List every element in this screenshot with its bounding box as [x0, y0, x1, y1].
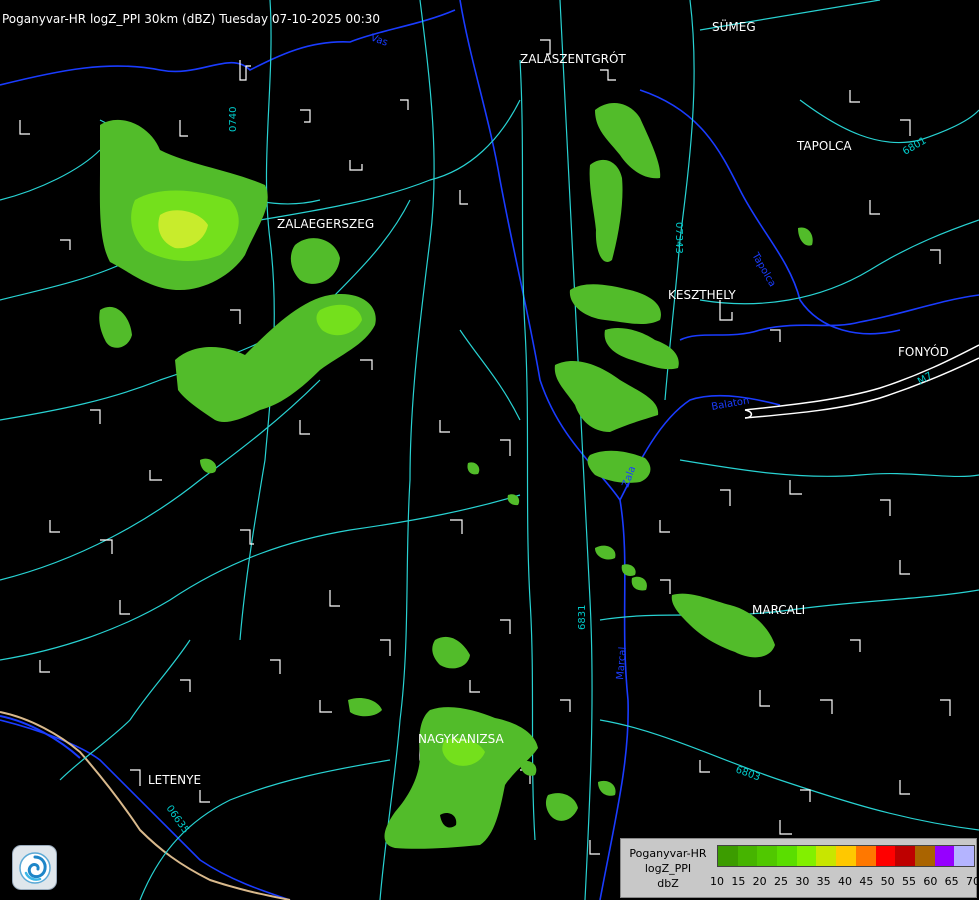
legend-product-name: logZ_PPI: [644, 861, 692, 875]
river-balaton: Balaton: [711, 395, 751, 412]
met-service-logo[interactable]: [12, 845, 57, 890]
legend-tick-label: 10: [710, 875, 724, 888]
place-fonyod: FONYÓD: [898, 344, 949, 359]
legend-radar-name: Poganyvar-HR: [629, 846, 707, 860]
legend-color-swatch: [895, 846, 915, 866]
river-labels: Zala Vas Marcal Tapolca Balaton: [369, 32, 778, 680]
legend-color-swatch: [718, 846, 738, 866]
legend-tick-label: 40: [838, 875, 852, 888]
swirl-logo-icon: [18, 851, 51, 884]
radar-map[interactable]: SÜMEG ZALASZENTGRÓT TAPOLCA ZALAEGERSZEG…: [0, 0, 979, 900]
place-nagykanizsa: NAGYKANIZSA: [418, 732, 504, 746]
legend-tick-label: 55: [902, 875, 916, 888]
river-tapolca: Tapolca: [749, 250, 778, 289]
legend-tick-label: 50: [880, 875, 895, 888]
road-6803: 6803: [734, 764, 762, 783]
legend-tick-label: 70: [966, 875, 979, 888]
legend-title: Poganyvar-HR logZ_PPI dbZ: [621, 839, 715, 897]
river-vas: Vas: [369, 32, 389, 48]
road-07343: 07343: [673, 222, 684, 254]
legend-tick-label: 20: [752, 875, 767, 888]
legend-color-swatch: [737, 846, 758, 866]
road-0740: 0740: [228, 107, 239, 132]
place-keszthely: KESZTHELY: [668, 288, 736, 302]
dbz-legend: Poganyvar-HR logZ_PPI dbZ 10 15 20 25 30 35 40…: [620, 838, 979, 898]
road-06635: 06635: [164, 803, 191, 835]
legend-tick-label: 45: [859, 875, 874, 888]
legend-tick-label: 25: [774, 875, 788, 888]
legend-tick-label: 35: [816, 875, 831, 888]
legend-tick-label: 65: [944, 875, 959, 888]
place-zalaegerszeg: ZALAEGERSZEG: [277, 217, 374, 231]
place-sumeg: SÜMEG: [712, 18, 756, 34]
legend-tick-label: 30: [795, 875, 810, 888]
legend-color-swatch: [757, 846, 778, 866]
map-title: Poganyvar-HR logZ_PPI 30km (dBZ) Tuesday…: [2, 12, 381, 26]
legend-color-swatch: [954, 846, 974, 866]
legend-color-swatch: [777, 846, 797, 866]
legend-color-swatch: [914, 846, 935, 866]
place-marcali: MARCALI: [752, 603, 805, 617]
road-6831: 6831: [577, 605, 588, 630]
radar-map-view[interactable]: { "header": { "title": "Poganyvar-HR log…: [0, 0, 979, 900]
place-letenye: LETENYE: [148, 773, 201, 787]
legend-tick-labels: 10 15 20 25 30 35 40 45 50 55 60 65 70: [709, 875, 979, 889]
legend-color-scale: [717, 845, 975, 867]
legend-color-swatch: [875, 846, 896, 866]
legend-unit: dbZ: [657, 876, 679, 890]
legend-color-swatch: [855, 846, 876, 866]
legend-color-swatch: [796, 846, 817, 866]
legend-color-swatch: [816, 846, 837, 866]
legend-tick-label: 15: [731, 875, 746, 888]
road-labels: 0740 07343 6801 6831 6803 06635 M7: [164, 107, 935, 836]
road-6801: 6801: [901, 135, 929, 157]
place-zalaszentgrot: ZALASZENTGRÓT: [520, 51, 626, 66]
place-tapolca: TAPOLCA: [796, 139, 852, 153]
legend-color-swatch: [836, 846, 856, 866]
legend-color-swatch: [934, 846, 955, 866]
legend-tick-label: 60: [923, 875, 938, 888]
